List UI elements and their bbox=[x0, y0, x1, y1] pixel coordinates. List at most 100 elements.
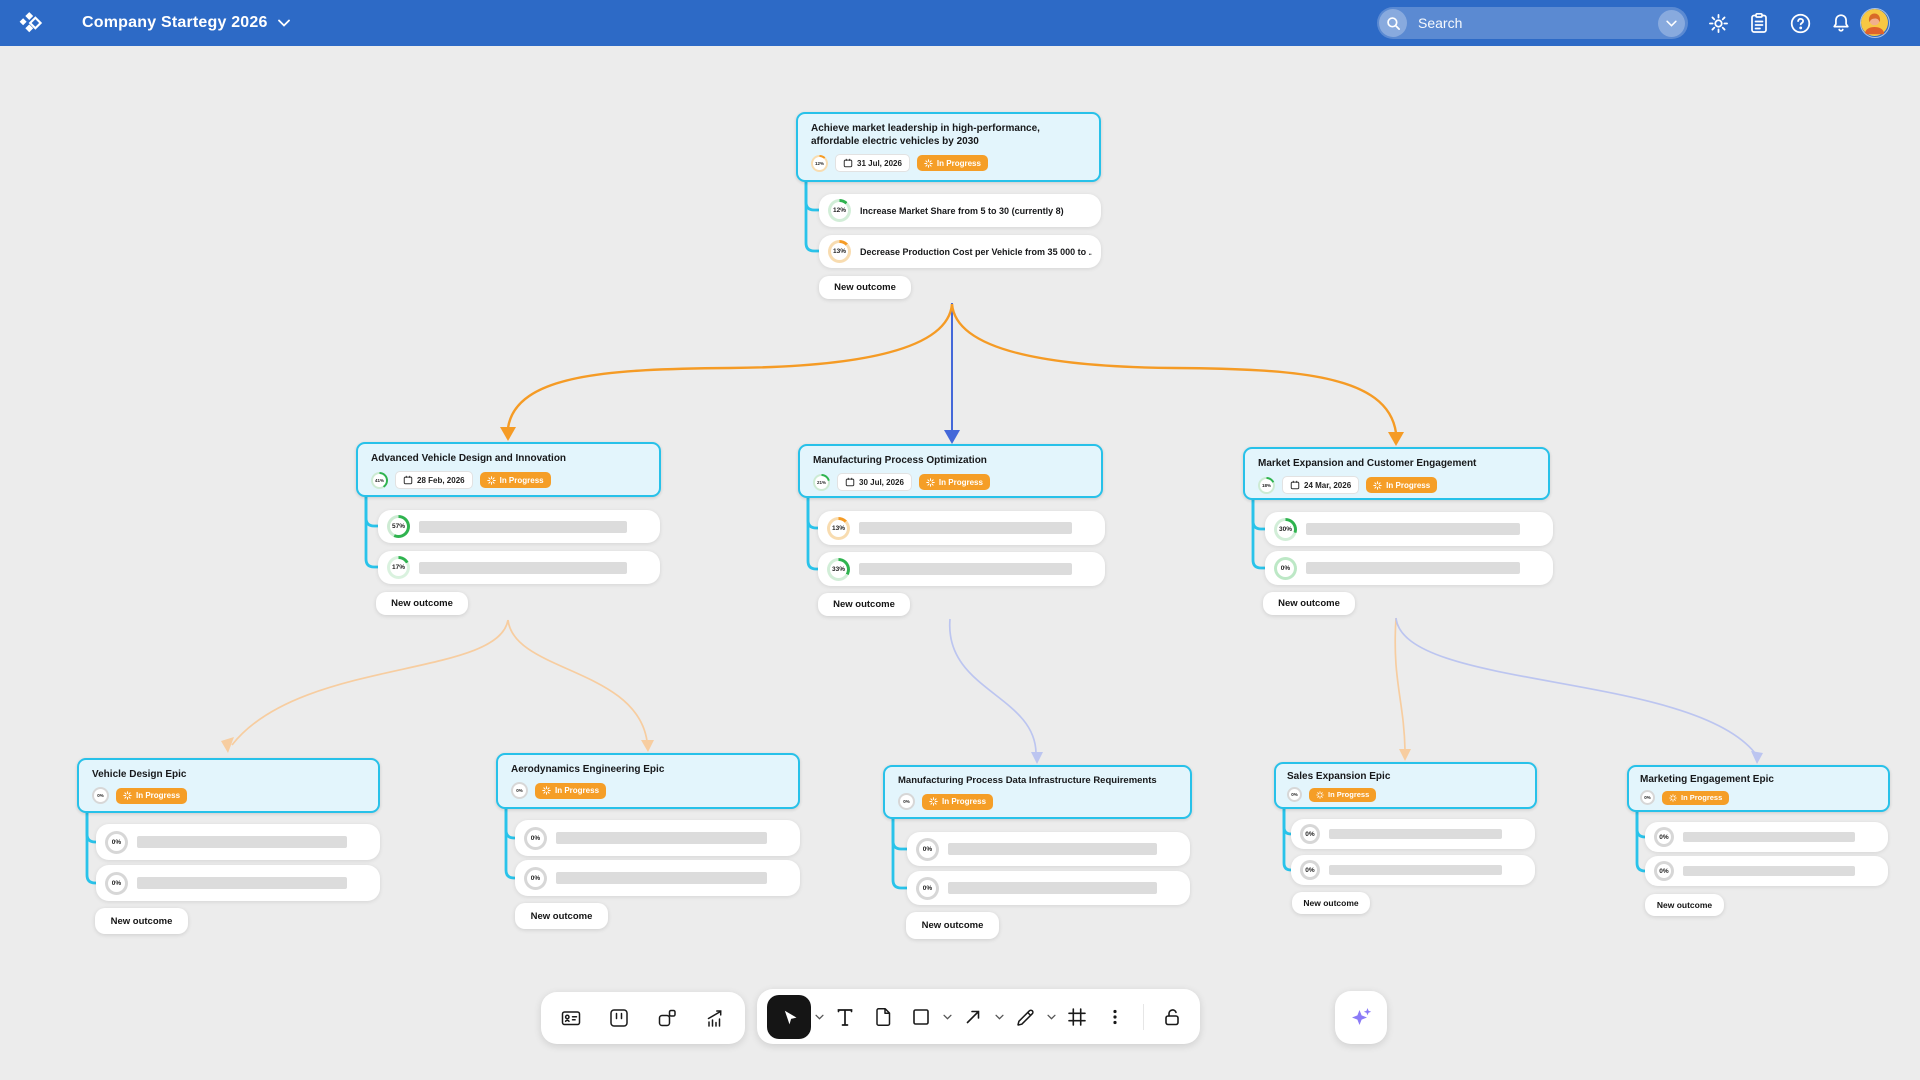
search-bar[interactable] bbox=[1377, 7, 1688, 39]
chevron-down-icon[interactable] bbox=[278, 19, 290, 27]
status-badge[interactable]: In Progress bbox=[919, 474, 990, 490]
objective-card[interactable]: Manufacturing Process Optimization 21% 3… bbox=[798, 444, 1103, 498]
objective-card[interactable]: Manufacturing Process Data Infrastructur… bbox=[883, 765, 1192, 819]
objective-card[interactable]: Advanced Vehicle Design and Innovation 4… bbox=[356, 442, 661, 497]
new-outcome-button[interactable]: New outcome bbox=[95, 908, 188, 934]
outcome-row[interactable]: 12% Increase Market Share from 5 to 30 (… bbox=[819, 194, 1101, 227]
status-spark-icon bbox=[1373, 481, 1382, 490]
new-outcome-button[interactable]: New outcome bbox=[376, 592, 468, 615]
shape-tool[interactable] bbox=[903, 997, 939, 1037]
status-badge[interactable]: In Progress bbox=[917, 155, 988, 171]
new-outcome-button[interactable]: New outcome bbox=[1645, 894, 1724, 916]
outcome-label: Decrease Production Cost per Vehicle fro… bbox=[860, 247, 1092, 257]
objective-card[interactable]: Marketing Engagement Epic 0% In Progress bbox=[1627, 765, 1890, 812]
chart-tool[interactable] bbox=[697, 998, 733, 1038]
contact-card-tool[interactable] bbox=[553, 998, 589, 1038]
outcome-row[interactable]: 0% bbox=[1291, 855, 1535, 885]
status-badge[interactable]: In Progress bbox=[480, 472, 551, 488]
document-tool[interactable] bbox=[865, 997, 901, 1037]
outcome-row[interactable]: 30% bbox=[1265, 512, 1553, 546]
app-logo-icon[interactable] bbox=[16, 8, 46, 38]
outcome-placeholder-bar bbox=[1329, 829, 1502, 839]
lock-tool[interactable] bbox=[1154, 997, 1190, 1037]
select-tool[interactable] bbox=[767, 995, 811, 1039]
due-date-chip[interactable]: 31 Jul, 2026 bbox=[835, 154, 910, 172]
progress-ring: 0% bbox=[1654, 861, 1674, 881]
outcome-row[interactable]: 17% bbox=[378, 551, 660, 584]
search-input[interactable] bbox=[1416, 14, 1658, 32]
help-icon[interactable] bbox=[1788, 11, 1812, 35]
shape-tool-chevron-icon[interactable] bbox=[941, 997, 953, 1037]
outcome-placeholder-bar bbox=[1683, 832, 1855, 842]
progress-ring: 0% bbox=[1300, 860, 1320, 880]
outcome-row[interactable]: 0% bbox=[96, 824, 380, 860]
status-badge[interactable]: In Progress bbox=[116, 788, 187, 804]
objective-card[interactable]: Vehicle Design Epic 0% In Progress bbox=[77, 758, 380, 813]
status-spark-icon bbox=[1316, 791, 1324, 799]
outcome-row[interactable]: 0% bbox=[515, 860, 800, 896]
outcome-placeholder-bar bbox=[948, 843, 1157, 855]
new-outcome-button[interactable]: New outcome bbox=[819, 276, 911, 299]
kanban-tool[interactable] bbox=[601, 998, 637, 1038]
outcome-row[interactable]: 13% bbox=[818, 511, 1105, 545]
outcome-row[interactable]: 0% bbox=[907, 871, 1190, 905]
status-badge[interactable]: In Progress bbox=[535, 783, 606, 799]
due-date-chip[interactable]: 30 Jul, 2026 bbox=[837, 473, 912, 491]
frame-tool[interactable] bbox=[1059, 997, 1095, 1037]
text-tool[interactable] bbox=[827, 997, 863, 1037]
search-options-chevron-icon[interactable] bbox=[1658, 10, 1685, 37]
ai-assistant-dock bbox=[1335, 991, 1387, 1044]
outcome-row[interactable]: 0% bbox=[96, 865, 380, 901]
due-date-chip[interactable]: 28 Feb, 2026 bbox=[395, 471, 473, 489]
progress-ring: 12% bbox=[811, 155, 828, 172]
outcome-row[interactable]: 0% bbox=[1645, 856, 1888, 886]
arrow-tool-chevron-icon[interactable] bbox=[993, 997, 1005, 1037]
more-tools-kebab-icon[interactable] bbox=[1097, 997, 1133, 1037]
clipboard-icon[interactable] bbox=[1747, 11, 1771, 35]
progress-ring: 0% bbox=[1654, 827, 1674, 847]
board-title[interactable]: Company Startegy 2026 bbox=[82, 14, 290, 32]
status-badge[interactable]: In Progress bbox=[1309, 788, 1376, 802]
outcome-row[interactable]: 0% bbox=[1645, 822, 1888, 852]
progress-ring: 0% bbox=[524, 867, 547, 890]
select-tool-chevron-icon[interactable] bbox=[813, 997, 825, 1037]
pen-tool[interactable] bbox=[1007, 997, 1043, 1037]
progress-ring: 18% bbox=[1258, 477, 1275, 494]
new-outcome-button[interactable]: New outcome bbox=[818, 593, 910, 616]
outcome-row[interactable]: 33% bbox=[818, 552, 1105, 586]
outcome-row[interactable]: 0% bbox=[1291, 819, 1535, 849]
new-outcome-button[interactable]: New outcome bbox=[906, 912, 999, 939]
status-badge[interactable]: In Progress bbox=[922, 794, 993, 810]
status-spark-icon bbox=[487, 476, 496, 485]
settings-gear-icon[interactable] bbox=[1706, 11, 1730, 35]
outcome-row[interactable]: 57% bbox=[378, 510, 660, 543]
new-outcome-button[interactable]: New outcome bbox=[1263, 592, 1355, 615]
arrow-tool[interactable] bbox=[955, 997, 991, 1037]
objective-card[interactable]: Aerodynamics Engineering Epic 0% In Prog… bbox=[496, 753, 800, 809]
outcome-row[interactable]: 13% Decrease Production Cost per Vehicle… bbox=[819, 235, 1101, 268]
notifications-bell-icon[interactable] bbox=[1829, 11, 1853, 35]
objective-card[interactable]: Achieve market leadership in high-perfor… bbox=[796, 112, 1101, 182]
outcome-row[interactable]: 0% bbox=[515, 820, 800, 856]
ai-sparkles-icon[interactable] bbox=[1343, 998, 1379, 1038]
status-badge[interactable]: In Progress bbox=[1366, 477, 1437, 493]
objective-card[interactable]: Market Expansion and Customer Engagement… bbox=[1243, 447, 1550, 500]
outcome-row[interactable]: 0% bbox=[907, 832, 1190, 866]
due-date-label: 31 Jul, 2026 bbox=[857, 159, 902, 168]
avatar[interactable] bbox=[1860, 8, 1890, 38]
objective-card[interactable]: Sales Expansion Epic 0% In Progress bbox=[1274, 762, 1537, 809]
card-title: Aerodynamics Engineering Epic bbox=[511, 763, 785, 776]
blocks-tool[interactable] bbox=[649, 998, 685, 1038]
outcome-placeholder-bar bbox=[419, 521, 627, 533]
progress-ring: 0% bbox=[898, 793, 915, 810]
outcome-row[interactable]: 0% bbox=[1265, 551, 1553, 585]
due-date-chip[interactable]: 24 Mar, 2026 bbox=[1282, 476, 1359, 494]
card-title: Vehicle Design Epic bbox=[92, 768, 365, 781]
status-spark-icon bbox=[1669, 794, 1677, 802]
new-outcome-button[interactable]: New outcome bbox=[1292, 892, 1370, 914]
pen-tool-chevron-icon[interactable] bbox=[1045, 997, 1057, 1037]
new-outcome-button[interactable]: New outcome bbox=[515, 903, 608, 929]
progress-ring: 13% bbox=[828, 240, 851, 263]
card-title: Achieve market leadership in high-perfor… bbox=[811, 122, 1086, 148]
status-badge[interactable]: In Progress bbox=[1662, 791, 1729, 805]
